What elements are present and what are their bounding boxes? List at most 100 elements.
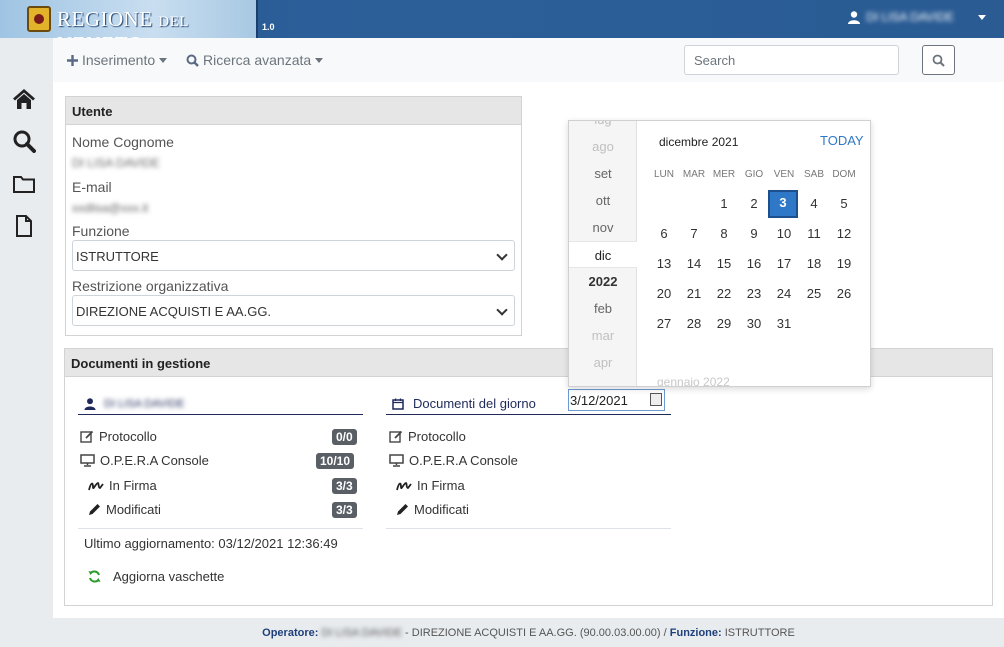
- chevron-down-icon: [315, 57, 324, 63]
- month-item[interactable]: mag: [569, 382, 637, 386]
- operator-name: DI LISA DAVIDE: [321, 627, 402, 639]
- region-logo[interactable]: REGIONE DEL VENETO: [0, 0, 258, 56]
- month-item[interactable]: ott: [569, 193, 637, 208]
- day-cell[interactable]: 22: [709, 281, 739, 307]
- month-item[interactable]: nov: [569, 220, 637, 235]
- list-item[interactable]: Protocollo: [389, 429, 466, 444]
- count-badge: 0/0: [332, 429, 357, 445]
- user-icon: [84, 397, 96, 410]
- sidebar: [0, 38, 53, 647]
- day-cell[interactable]: 18: [799, 251, 829, 277]
- divider: [78, 528, 363, 529]
- lion-emblem-icon: [27, 6, 51, 32]
- calendar-button-icon[interactable]: [650, 393, 662, 406]
- search-input[interactable]: [684, 45, 899, 75]
- folder-icon[interactable]: [12, 172, 36, 196]
- monitor-icon: [80, 454, 95, 467]
- day-cell[interactable]: 14: [679, 251, 709, 277]
- list-item[interactable]: In Firma: [88, 478, 157, 493]
- date-input[interactable]: 3/12/2021: [568, 389, 665, 411]
- month-list[interactable]: lug ago set ott nov dic 2022 feb mar apr…: [569, 121, 637, 386]
- chevron-down-icon: [496, 304, 508, 316]
- day-cell[interactable]: 20: [649, 281, 679, 307]
- day-cell[interactable]: 17: [769, 251, 799, 277]
- user-menu[interactable]: DI LISA DAVIDE: [848, 10, 986, 24]
- day-cell[interactable]: 24: [769, 281, 799, 307]
- user-icon: [848, 10, 861, 24]
- home-icon[interactable]: [12, 87, 36, 111]
- count-badge: 10/10: [316, 453, 355, 469]
- list-item[interactable]: Modificati: [88, 502, 161, 517]
- day-cell[interactable]: 1: [709, 191, 739, 217]
- signature-icon: [396, 481, 412, 490]
- email-label: E-mail: [72, 179, 112, 195]
- edit-icon: [80, 430, 94, 443]
- day-cell[interactable]: 29: [709, 311, 739, 337]
- count-badge: 3/3: [332, 478, 357, 494]
- weekday-label: LUN: [653, 169, 674, 180]
- month-item[interactable]: apr: [569, 355, 637, 370]
- date-picker: lug ago set ott nov dic 2022 feb mar apr…: [568, 120, 871, 387]
- day-cell[interactable]: 19: [829, 251, 859, 277]
- month-item-selected[interactable]: dic: [569, 241, 637, 268]
- month-item[interactable]: feb: [569, 301, 637, 316]
- month-item[interactable]: mar: [569, 328, 637, 343]
- list-item[interactable]: O.P.E.R.A Console: [80, 453, 209, 468]
- day-cell-selected[interactable]: 3: [768, 190, 798, 218]
- function-footer-label: Funzione:: [669, 627, 722, 639]
- day-cell[interactable]: 21: [679, 281, 709, 307]
- weekday-label: GIO: [744, 169, 764, 180]
- chevron-down-icon: [159, 57, 168, 63]
- search-icon: [932, 54, 945, 67]
- day-cell[interactable]: 9: [739, 221, 769, 247]
- function-select[interactable]: ISTRUTTORE: [72, 240, 515, 271]
- month-item[interactable]: set: [569, 166, 637, 181]
- day-cell[interactable]: 15: [709, 251, 739, 277]
- year-item[interactable]: 2022: [569, 274, 637, 289]
- today-button[interactable]: TODAY: [820, 133, 864, 148]
- refresh-button[interactable]: Aggiorna vaschette: [88, 569, 224, 584]
- chevron-down-icon: [496, 249, 508, 261]
- search-button[interactable]: [922, 45, 955, 75]
- day-cell[interactable]: 8: [709, 221, 739, 247]
- month-item[interactable]: lug: [569, 121, 637, 127]
- divider: [386, 528, 671, 529]
- list-item[interactable]: In Firma: [396, 478, 465, 493]
- document-icon[interactable]: [12, 214, 36, 238]
- day-cell[interactable]: 25: [799, 281, 829, 307]
- restriction-select[interactable]: DIREZIONE ACQUISTI E AA.GG.: [72, 295, 515, 326]
- insert-menu[interactable]: Inserimento: [67, 52, 168, 68]
- day-cell[interactable]: 5: [829, 191, 859, 217]
- email-value: xxdlisa@xxx.it: [72, 201, 149, 215]
- edit-icon: [389, 430, 403, 443]
- day-cell[interactable]: 13: [649, 251, 679, 277]
- function-label: Funzione: [72, 223, 130, 239]
- day-cell[interactable]: 31: [769, 311, 799, 337]
- day-cell[interactable]: 7: [679, 221, 709, 247]
- day-cell[interactable]: 11: [799, 221, 829, 247]
- list-item[interactable]: Modificati: [396, 502, 469, 517]
- calendar-icon: [392, 398, 404, 410]
- weekday-label: DOM: [832, 169, 856, 180]
- day-cell[interactable]: 23: [739, 281, 769, 307]
- day-cell[interactable]: 2: [739, 191, 769, 217]
- day-cell[interactable]: 30: [739, 311, 769, 337]
- list-item[interactable]: O.P.E.R.A Console: [389, 453, 518, 468]
- day-cell[interactable]: 28: [679, 311, 709, 337]
- day-cell[interactable]: 26: [829, 281, 859, 307]
- advanced-search-menu[interactable]: Ricerca avanzata: [186, 52, 324, 68]
- user-name: DI LISA DAVIDE: [866, 10, 954, 24]
- month-item[interactable]: ago: [569, 139, 637, 154]
- search-icon[interactable]: [12, 129, 36, 153]
- day-cell[interactable]: 4: [799, 191, 829, 217]
- day-cell[interactable]: 16: [739, 251, 769, 277]
- monitor-icon: [389, 454, 404, 467]
- day-cell[interactable]: 27: [649, 311, 679, 337]
- day-cell[interactable]: 12: [829, 221, 859, 247]
- day-cell[interactable]: 6: [649, 221, 679, 247]
- operator-detail: - DIREZIONE ACQUISTI E AA.GG. (90.00.03.…: [405, 627, 667, 639]
- list-item[interactable]: Protocollo: [80, 429, 157, 444]
- function-footer-value: ISTRUTTORE: [724, 627, 795, 639]
- count-badge: 3/3: [332, 502, 357, 518]
- day-cell[interactable]: 10: [769, 221, 799, 247]
